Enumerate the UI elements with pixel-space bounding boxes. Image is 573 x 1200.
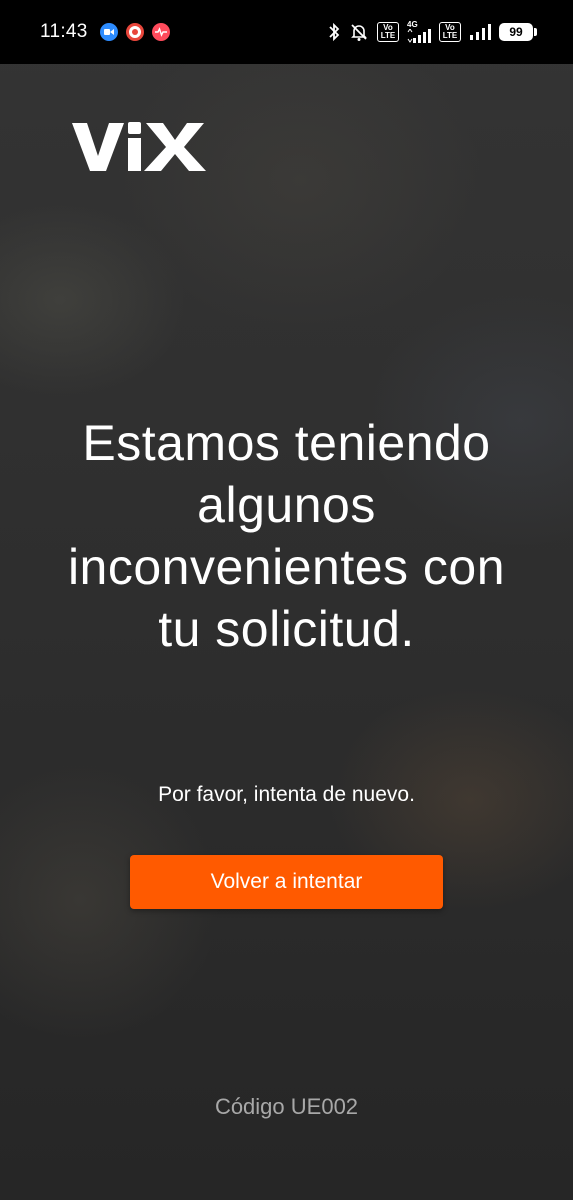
vix-logo <box>72 122 206 171</box>
error-code: Código UE002 <box>214 1094 359 1119</box>
health-notification-icon <box>151 23 170 41</box>
battery-icon: 99 <box>499 23 537 41</box>
screen-record-notification-icon <box>125 23 144 41</box>
status-left: 11:43 <box>40 21 170 43</box>
status-bar: 11:43 Vo LTE 4G Vo LTE 99 <box>0 0 573 64</box>
bluetooth-icon <box>327 22 341 42</box>
error-screen: 11:43 Vo LTE 4G Vo LTE 99 Estamos tenien… <box>0 0 573 1200</box>
status-right: Vo LTE 4G Vo LTE 99 <box>327 21 537 43</box>
volte-icon-2: Vo LTE <box>439 22 461 42</box>
network-type-label: 4G <box>407 20 418 29</box>
video-call-notification-icon <box>99 23 118 41</box>
notifications-muted-icon <box>349 22 369 42</box>
signal-icon <box>469 24 491 40</box>
error-headline: Estamos teniendo algunos inconvenientes … <box>67 415 506 657</box>
volte-icon: Vo LTE <box>377 22 399 42</box>
signal-4g-icon: 4G <box>407 21 431 43</box>
error-message: Por favor, intenta de nuevo. <box>158 783 415 806</box>
status-time: 11:43 <box>40 21 88 42</box>
retry-button[interactable]: Volver a intentar <box>130 855 443 909</box>
